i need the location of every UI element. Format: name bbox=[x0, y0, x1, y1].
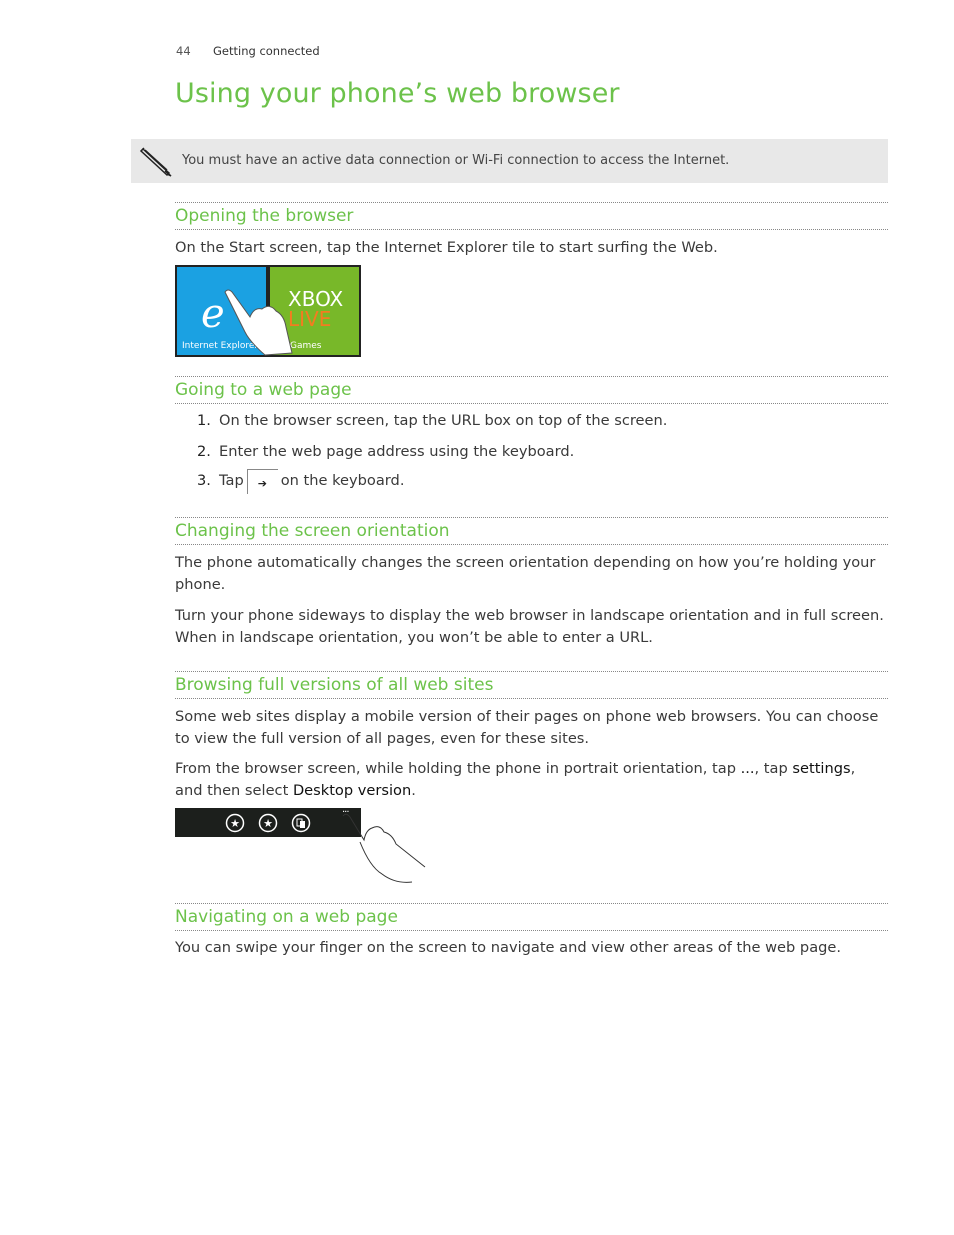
text: , tap bbox=[754, 760, 788, 777]
page-header: 44 Getting connected bbox=[176, 44, 320, 58]
tabs-icon bbox=[291, 813, 311, 833]
section-heading-full-versions: Browsing full versions of all web sites bbox=[175, 671, 888, 699]
paragraph: Some web sites display a mobile version … bbox=[175, 708, 879, 747]
step-text: on the keyboard. bbox=[280, 472, 405, 489]
text: , bbox=[850, 760, 856, 777]
page-number: 44 bbox=[176, 44, 191, 58]
start-screen-image: e Internet Explorer XBOX LIVE Games bbox=[175, 265, 361, 357]
step-number: 3. bbox=[197, 472, 211, 489]
arrow-right-icon: ➔ bbox=[257, 476, 267, 490]
desktop-version-label: Desktop version bbox=[292, 782, 412, 799]
paragraph: You can swipe your finger on the screen … bbox=[175, 939, 842, 956]
paragraph: Turn your phone sideways to display the … bbox=[175, 607, 884, 646]
list-item: 3. Tap ➔ on the keyboard. bbox=[197, 468, 404, 494]
instruction-paragraph: From the browser screen, while holding t… bbox=[175, 758, 887, 802]
hand-icon bbox=[224, 289, 293, 356]
paragraph: On the Start screen, tap the Internet Ex… bbox=[175, 239, 718, 256]
text: . bbox=[411, 782, 416, 799]
page-title: Using your phone’s web browser bbox=[175, 78, 620, 109]
hand-icon bbox=[342, 813, 426, 883]
browser-app-bar-image: ★ ★ ··· bbox=[175, 807, 361, 837]
favorites-icon: ★ bbox=[258, 813, 278, 833]
step-text: Tap bbox=[219, 472, 244, 489]
section-heading-text: Navigating on a web page bbox=[175, 907, 398, 927]
note-box: You must have an active data connection … bbox=[131, 139, 888, 183]
paragraph: The phone automatically changes the scre… bbox=[175, 554, 876, 593]
section-heading-text: Opening the browser bbox=[175, 206, 354, 226]
svg-text:★: ★ bbox=[263, 817, 273, 830]
step-text: Enter the web page address using the key… bbox=[219, 443, 575, 460]
chapter-name: Getting connected bbox=[213, 44, 320, 58]
section-heading-text: Changing the screen orientation bbox=[175, 521, 450, 541]
step-number: 2. bbox=[197, 443, 211, 460]
settings-label: settings bbox=[792, 760, 851, 777]
note-text: You must have an active data connection … bbox=[182, 153, 730, 168]
enter-key-image: ➔ bbox=[246, 468, 278, 494]
section-heading-opening-browser: Opening the browser bbox=[175, 202, 888, 230]
section-heading-screen-orientation: Changing the screen orientation bbox=[175, 517, 888, 545]
more-label: ... bbox=[740, 760, 755, 777]
pencil-icon bbox=[139, 145, 173, 181]
list-item: 2. Enter the web page address using the k… bbox=[197, 443, 574, 460]
svg-text:★: ★ bbox=[230, 817, 240, 830]
section-heading-text: Going to a web page bbox=[175, 380, 352, 400]
xbox-live-logo: XBOX LIVE bbox=[288, 287, 344, 331]
text: From the browser screen, while holding t… bbox=[175, 760, 736, 777]
step-number: 1. bbox=[197, 412, 211, 429]
section-heading-text: Browsing full versions of all web sites bbox=[175, 675, 494, 695]
text: and then select bbox=[175, 782, 289, 799]
section-heading-going-to-web-page: Going to a web page bbox=[175, 376, 888, 404]
step-text: On the browser screen, tap the URL box o… bbox=[219, 412, 668, 429]
list-item: 1. On the browser screen, tap the URL box… bbox=[197, 412, 667, 429]
section-heading-navigating: Navigating on a web page bbox=[175, 903, 888, 931]
add-favorite-icon: ★ bbox=[225, 813, 245, 833]
